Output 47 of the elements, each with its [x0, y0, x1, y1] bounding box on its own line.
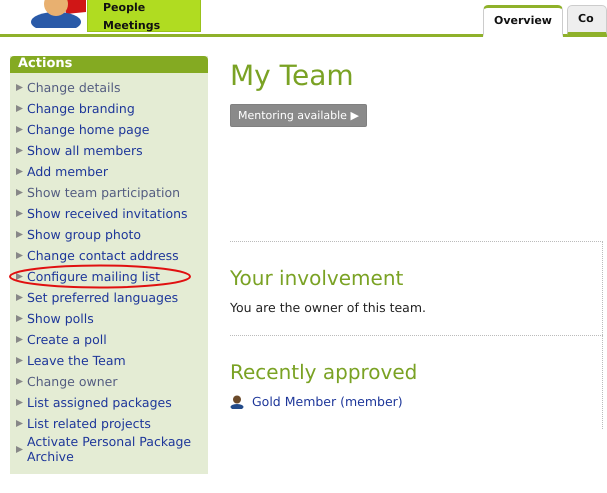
- action-link[interactable]: Change branding: [16, 98, 208, 119]
- bullet-icon: [16, 231, 23, 238]
- action-link[interactable]: Show received invitations: [16, 203, 208, 224]
- action-link[interactable]: Configure mailing list: [16, 266, 208, 287]
- bullet-icon: [16, 147, 23, 154]
- action-link[interactable]: Leave the Team: [16, 350, 208, 371]
- bullet-icon: [16, 252, 23, 259]
- bullet-icon: [16, 357, 23, 364]
- bullet-icon: [16, 210, 23, 217]
- action-link[interactable]: List related projects: [16, 413, 208, 434]
- action-link[interactable]: Activate Personal Package Archive: [16, 434, 208, 464]
- nav-link[interactable]: People: [103, 0, 200, 17]
- bullet-icon: [16, 168, 23, 175]
- action-link[interactable]: Change details: [16, 77, 208, 98]
- bullet-icon: [16, 273, 23, 280]
- bullet-icon: [16, 315, 23, 322]
- section-heading: Your involvement: [230, 266, 404, 290]
- bullet-icon: [16, 294, 23, 301]
- bullet-icon: [16, 399, 23, 406]
- action-link[interactable]: List assigned packages: [16, 392, 208, 413]
- action-link[interactable]: Add member: [16, 161, 208, 182]
- bullet-icon: [16, 446, 23, 452]
- bullet-icon: [16, 189, 23, 196]
- action-link[interactable]: Change contact address: [16, 245, 208, 266]
- person-icon: [230, 394, 244, 408]
- bullet-icon: [16, 420, 23, 427]
- action-link[interactable]: Set preferred languages: [16, 287, 208, 308]
- bullet-icon: [16, 84, 23, 91]
- action-link[interactable]: Show all members: [16, 140, 208, 161]
- action-link[interactable]: Change owner: [16, 371, 208, 392]
- tab[interactable]: Co: [567, 5, 607, 35]
- bullet-icon: [16, 336, 23, 343]
- bullet-icon: [16, 105, 23, 112]
- bullet-icon: [16, 378, 23, 385]
- action-link[interactable]: Show team participation: [16, 182, 208, 203]
- section-heading: Recently approved: [230, 360, 418, 384]
- bullet-icon: [16, 126, 23, 133]
- nav-link[interactable]: Meetings: [103, 17, 200, 35]
- involvement-text: You are the owner of this team.: [230, 300, 427, 315]
- action-link[interactable]: Show group photo: [16, 224, 208, 245]
- action-link[interactable]: Show polls: [16, 308, 208, 329]
- tab[interactable]: Overview: [483, 5, 563, 37]
- action-link[interactable]: Create a poll: [16, 329, 208, 350]
- panel-title: Actions: [10, 56, 208, 73]
- member-link[interactable]: Gold Member (member): [252, 394, 403, 409]
- action-link[interactable]: Change home page: [16, 119, 208, 140]
- page-title: My Team: [230, 59, 355, 92]
